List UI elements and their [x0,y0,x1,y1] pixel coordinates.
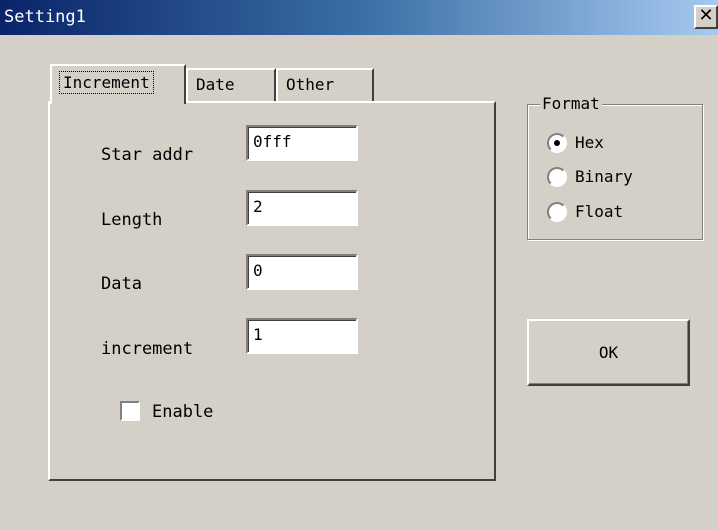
close-icon: ✕ [698,5,714,26]
binary-radio-label: Binary [575,167,633,186]
window-title: Setting1 [4,7,86,27]
float-radio[interactable] [547,202,567,222]
title-bar[interactable]: Setting1 ✕ [0,0,718,35]
close-button[interactable]: ✕ [694,5,718,29]
hex-radio-label: Hex [575,133,604,152]
start-addr-label: Star addr [101,145,194,165]
length-input[interactable]: 2 [246,190,358,226]
settings-dialog: Setting1 ✕ Increment Date Other Star add… [0,0,718,530]
ok-button[interactable]: OK [527,319,690,386]
increment-input[interactable]: 1 [246,318,358,354]
ok-button-label: OK [598,343,619,362]
tab-other-label: Other [286,75,335,94]
enable-label: Enable [152,402,214,422]
tab-date-label: Date [196,75,235,94]
radio-selected-dot [554,140,560,146]
binary-radio[interactable] [547,167,567,187]
length-label: Length [101,210,163,230]
tab-increment-label: Increment [59,71,154,94]
tab-increment[interactable]: Increment [50,64,186,104]
tab-other[interactable]: Other [276,68,374,103]
float-radio-label: Float [575,202,624,221]
data-label: Data [101,274,142,294]
data-input[interactable]: 0 [246,254,358,290]
start-addr-input[interactable]: 0fff [246,125,358,161]
tab-date[interactable]: Date [186,68,276,103]
hex-radio[interactable] [547,133,567,153]
format-group-title: Format [540,94,602,114]
increment-label: increment [101,339,194,359]
enable-checkbox[interactable] [120,401,140,421]
